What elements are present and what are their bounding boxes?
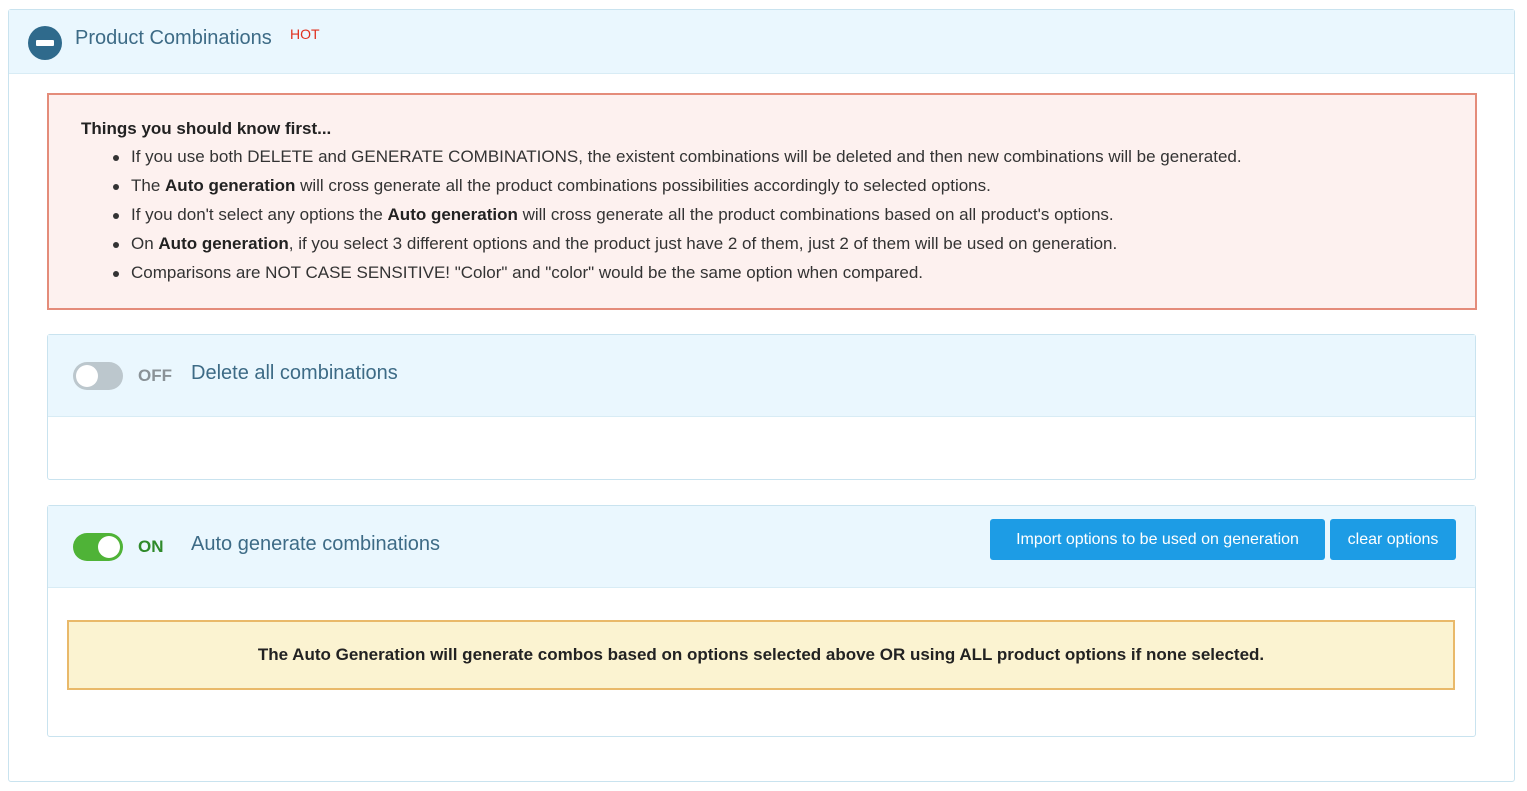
clear-options-button[interactable]: clear options xyxy=(1330,519,1456,560)
delete-combinations-panel: OFF Delete all combinations xyxy=(47,334,1476,480)
info-alert: Things you should know first... If you u… xyxy=(47,93,1477,310)
toggle-state-label: OFF xyxy=(138,366,172,385)
toggle-state-label: ON xyxy=(138,537,164,556)
list-item: If you don't select any options the Auto… xyxy=(113,205,1242,234)
minus-circle-icon[interactable] xyxy=(28,26,62,60)
delete-panel-header: OFF Delete all combinations xyxy=(48,335,1475,417)
import-options-button[interactable]: Import options to be used on generation xyxy=(990,519,1325,560)
auto-generate-panel: ON Auto generate combinations Import opt… xyxy=(47,505,1476,737)
auto-generate-toggle[interactable] xyxy=(73,533,123,561)
list-item: The Auto generation will cross generate … xyxy=(113,176,1242,205)
auto-panel-title: Auto generate combinations xyxy=(191,533,441,555)
list-item: Comparisons are NOT CASE SENSITIVE! "Col… xyxy=(113,263,1242,292)
panel-header[interactable]: Product Combinations HOT xyxy=(9,10,1514,74)
panel-title: Product Combinations xyxy=(75,27,272,49)
toggle-knob xyxy=(98,536,120,558)
hot-badge: HOT xyxy=(290,26,320,42)
list-item: If you use both DELETE and GENERATE COMB… xyxy=(113,147,1242,176)
delete-panel-title: Delete all combinations xyxy=(191,362,398,384)
auto-generation-notice: The Auto Generation will generate combos… xyxy=(67,620,1455,690)
product-combinations-panel: Product Combinations HOT Things you shou… xyxy=(8,9,1515,782)
alert-title: Things you should know first... xyxy=(81,119,332,138)
toggle-knob xyxy=(76,365,98,387)
auto-panel-header: ON Auto generate combinations Import opt… xyxy=(48,506,1475,588)
alert-list: If you use both DELETE and GENERATE COMB… xyxy=(81,147,1242,292)
delete-toggle[interactable] xyxy=(73,362,123,390)
list-item: On Auto generation, if you select 3 diff… xyxy=(113,234,1242,263)
